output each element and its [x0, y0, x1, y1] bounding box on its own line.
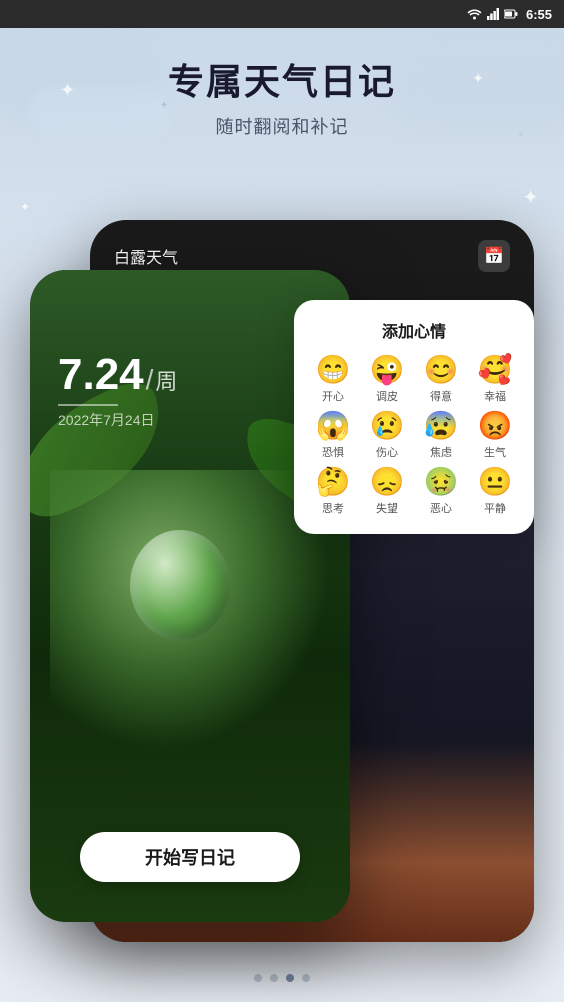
- sparkle-6: ✦: [522, 185, 539, 210]
- main-title: 专属天气日记: [0, 60, 564, 103]
- mood-label: 焦虑: [430, 444, 452, 460]
- water-drop-visual: [50, 470, 330, 750]
- mood-emoji: 😊: [424, 356, 459, 384]
- mood-label: 失望: [376, 500, 398, 516]
- mood-popup-title: 添加心情: [310, 318, 518, 342]
- mood-label: 开心: [322, 388, 344, 404]
- mood-popup: 添加心情 😁 开心 😜 调皮 😊 得意 🥰 幸福 😱 恐惧 😢 伤心 😰 焦虑 😡 生气 🤔 思考 😞 失望 🤢 恶心 😐 平…: [294, 300, 534, 534]
- mood-item[interactable]: 😁 开心: [310, 356, 356, 404]
- status-icons: 6:55: [467, 7, 552, 22]
- mood-label: 恶心: [430, 500, 452, 516]
- mood-item[interactable]: 🤢 恶心: [418, 468, 464, 516]
- mood-emoji: 😡: [478, 412, 513, 440]
- pagination-dot-1[interactable]: [270, 974, 278, 982]
- mood-label: 幸福: [484, 388, 506, 404]
- mood-label: 得意: [430, 388, 452, 404]
- mood-emoji: 😜: [370, 356, 405, 384]
- mood-label: 思考: [322, 500, 344, 516]
- mood-emoji: 😱: [316, 412, 351, 440]
- date-week: 周: [155, 364, 177, 396]
- mood-emoji: 😰: [424, 412, 459, 440]
- signal-icon: [487, 8, 499, 20]
- mood-item[interactable]: 😜 调皮: [364, 356, 410, 404]
- mood-item[interactable]: 😡 生气: [472, 412, 518, 460]
- start-diary-button[interactable]: 开始写日记: [80, 832, 300, 882]
- mood-item[interactable]: 😊 得意: [418, 356, 464, 404]
- mood-label: 生气: [484, 444, 506, 460]
- pagination-dots: [0, 974, 564, 982]
- mood-item[interactable]: 🤔 思考: [310, 468, 356, 516]
- mood-label: 伤心: [376, 444, 398, 460]
- mood-emoji: 🥰: [478, 356, 513, 384]
- water-drop: [130, 530, 230, 640]
- mood-emoji: 😢: [370, 412, 405, 440]
- phone-fg-date: 7.24 / 周 2022年7月24日: [58, 350, 177, 430]
- date-number: 7.24: [58, 350, 144, 400]
- phone-container: 白露天气 📅 7.24 / 周 2022年7月24日 开始写日记: [30, 220, 534, 942]
- date-underline: [58, 404, 118, 406]
- mood-emoji: 😞: [370, 468, 405, 496]
- mood-item[interactable]: 😐 平静: [472, 468, 518, 516]
- mood-label: 调皮: [376, 388, 398, 404]
- mood-item[interactable]: 😱 恐惧: [310, 412, 356, 460]
- date-full: 2022年7月24日: [58, 410, 177, 430]
- date-slash: /: [146, 364, 154, 396]
- title-section: 专属天气日记 随时翻阅和补记: [0, 60, 564, 139]
- mood-label: 恐惧: [322, 444, 344, 460]
- status-bar: 6:55: [0, 0, 564, 28]
- mood-emoji: 😁: [316, 356, 351, 384]
- mood-item[interactable]: 🥰 幸福: [472, 356, 518, 404]
- time-display: 6:55: [526, 7, 552, 22]
- pagination-dot-3[interactable]: [302, 974, 310, 982]
- phone-bg-title: 白露天气: [114, 244, 178, 268]
- mood-emoji: 🤢: [424, 468, 459, 496]
- mood-item[interactable]: 😞 失望: [364, 468, 410, 516]
- mood-item[interactable]: 😰 焦虑: [418, 412, 464, 460]
- mood-item[interactable]: 😢 伤心: [364, 412, 410, 460]
- sparkle-5: ✦: [20, 200, 30, 214]
- calendar-icon: 📅: [478, 240, 510, 272]
- mood-label: 平静: [484, 500, 506, 516]
- pagination-dot-0[interactable]: [254, 974, 262, 982]
- pagination-dot-2[interactable]: [286, 974, 294, 982]
- battery-icon: [504, 9, 518, 19]
- mood-grid: 😁 开心 😜 调皮 😊 得意 🥰 幸福 😱 恐惧 😢 伤心 😰 焦虑 😡 生气 🤔 思考 😞 失望 🤢 恶心 😐 平静: [310, 356, 518, 516]
- sub-title: 随时翻阅和补记: [0, 113, 564, 139]
- wifi-icon: [467, 8, 482, 20]
- mood-emoji: 😐: [478, 468, 513, 496]
- mood-emoji: 🤔: [316, 468, 351, 496]
